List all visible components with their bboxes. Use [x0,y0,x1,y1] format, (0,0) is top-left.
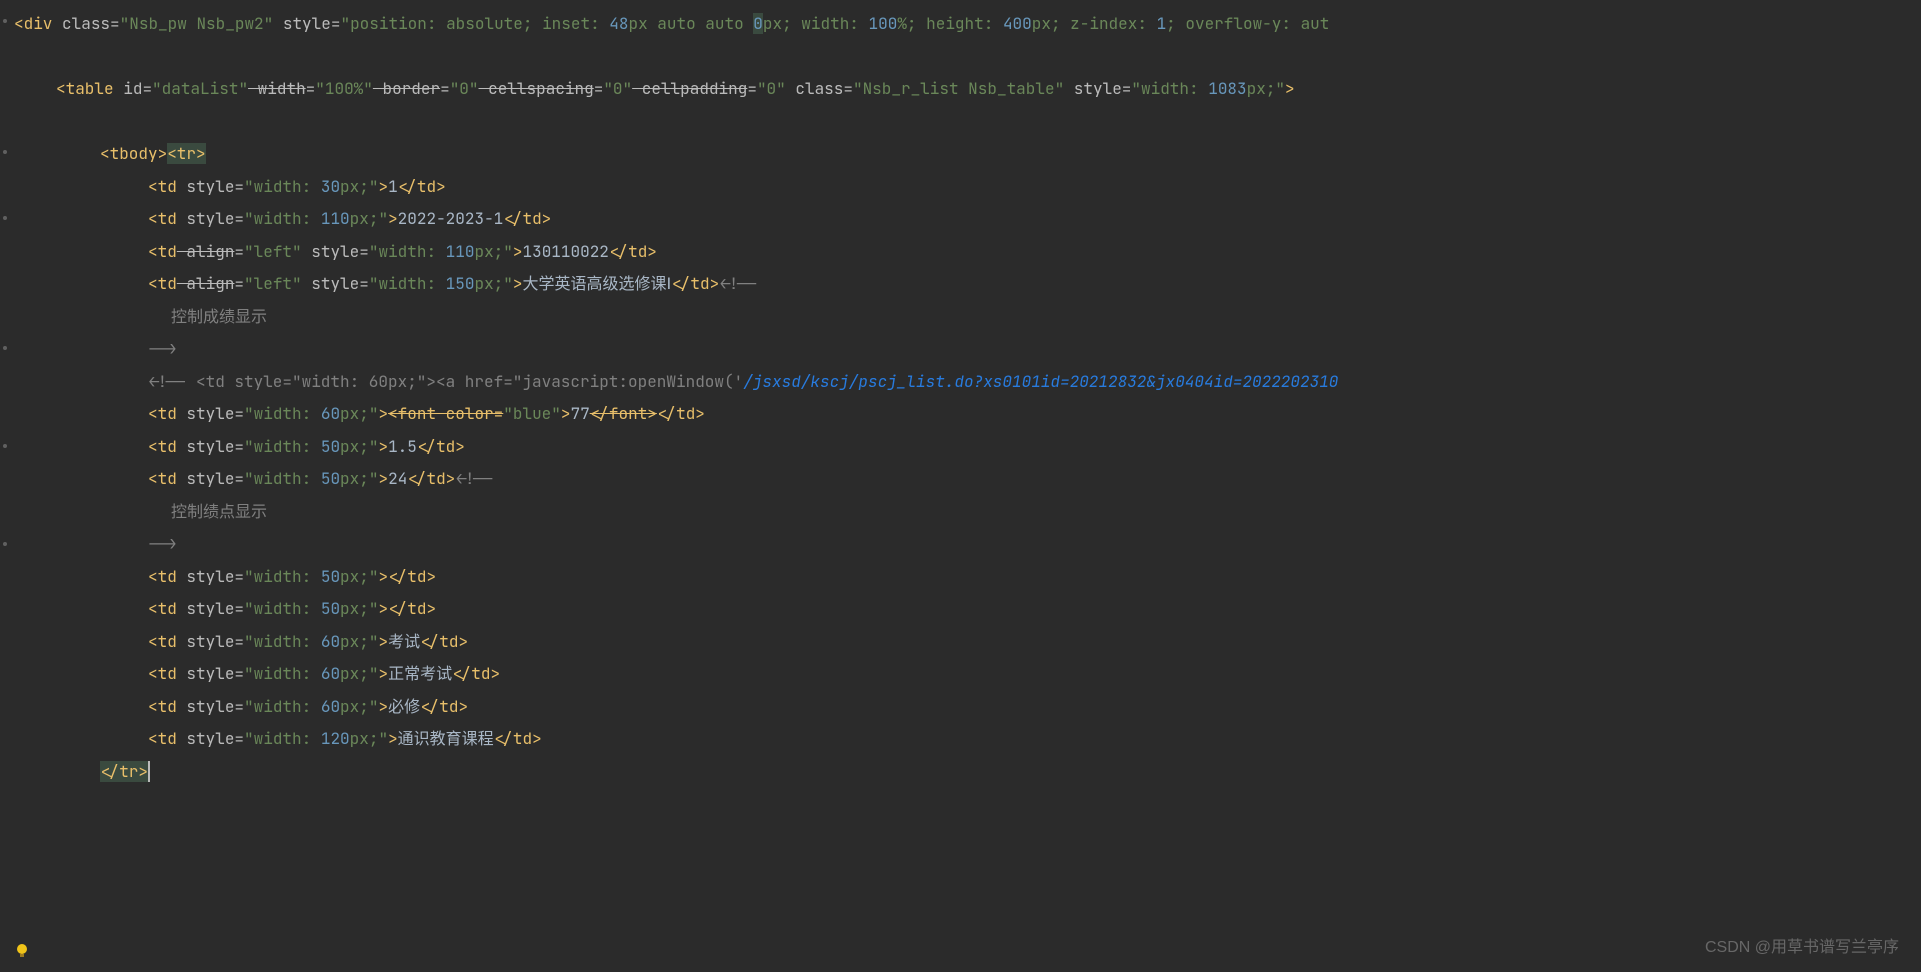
code-line[interactable]: <table id="dataList" width="100%" border… [8,73,1338,106]
code-line[interactable]: <!-- <td style="width: 60px;"><a href="j… [8,366,1338,399]
code-line[interactable]: <td style="width: 110px;">2022-2023-1</t… [8,203,1338,236]
watermark-text: CSDN @用草书谱写兰亭序 [1705,932,1899,965]
blank-line[interactable] [8,41,1338,74]
code-line[interactable]: <tbody><tr> [8,138,1338,171]
code-line[interactable]: <td style="width: 120px;">通识教育课程</td> [8,723,1338,756]
code-line[interactable]: <td style="width: 60px;">考试</td> [8,626,1338,659]
code-line[interactable]: 控制成绩显示 [8,301,1338,334]
code-line[interactable]: <td align="left" style="width: 150px;">大… [8,268,1338,301]
code-line[interactable]: <div class="Nsb_pw Nsb_pw2" style="posit… [8,8,1338,41]
code-line[interactable]: <td style="width: 50px;">24</td><!-- [8,463,1338,496]
code-line[interactable]: --> [8,528,1338,561]
code-line[interactable]: <td align="left" style="width: 110px;">1… [8,236,1338,269]
code-area[interactable]: <div class="Nsb_pw Nsb_pw2" style="posit… [0,8,1338,788]
blank-line[interactable] [8,106,1338,139]
code-line[interactable]: <td style="width: 60px;">必修</td> [8,691,1338,724]
code-line[interactable]: <td style="width: 30px;">1</td> [8,171,1338,204]
code-line[interactable]: <td style="width: 50px;"></td> [8,593,1338,626]
code-line[interactable]: 控制绩点显示 [8,496,1338,529]
code-line[interactable]: <td style="width: 60px;"><font color="bl… [8,398,1338,431]
code-editor[interactable]: <div class="Nsb_pw Nsb_pw2" style="posit… [0,0,1921,972]
code-line[interactable]: </tr> [8,756,1338,789]
code-line[interactable]: <td style="width: 50px;"></td> [8,561,1338,594]
intention-bulb-icon[interactable] [14,938,30,954]
code-line[interactable]: <td style="width: 50px;">1.5</td> [8,431,1338,464]
code-line[interactable]: <td style="width: 60px;">正常考试</td> [8,658,1338,691]
code-line[interactable]: --> [8,333,1338,366]
